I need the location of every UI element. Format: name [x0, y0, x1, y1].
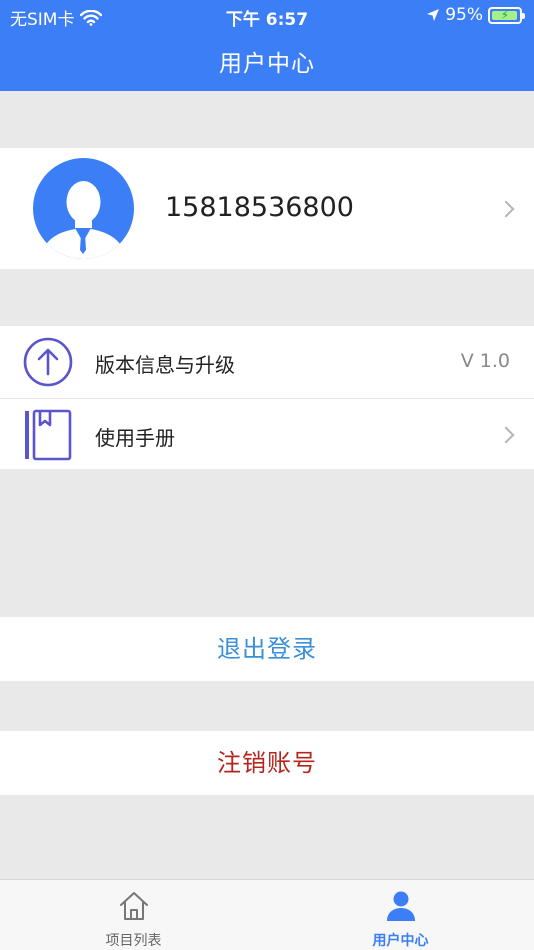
battery-percent: 95% — [445, 5, 483, 25]
status-bar: 无SIM卡 下午 6:57 95% ⚡ — [0, 0, 534, 32]
tab-bar: 项目列表 用户中心 — [0, 879, 534, 950]
menu-item-label: 使用手册 — [95, 426, 175, 450]
settings-menu: 版本信息与升级 V 1.0 使用手册 — [0, 326, 534, 469]
home-icon — [120, 892, 148, 920]
battery-icon: ⚡ — [488, 6, 525, 24]
logout-button[interactable]: 退出登录 — [0, 617, 534, 681]
version-value: V 1.0 — [460, 350, 510, 372]
menu-item-label: 版本信息与升级 — [95, 353, 235, 377]
tab-label: 用户中心 — [372, 933, 429, 949]
header-bar: 无SIM卡 下午 6:57 95% ⚡ 用户中心 — [0, 0, 534, 91]
user-icon — [387, 891, 415, 921]
tab-project-list[interactable]: 项目列表 — [0, 880, 267, 950]
person-avatar-icon — [41, 181, 126, 259]
tab-user-center[interactable]: 用户中心 — [267, 880, 534, 950]
avatar — [33, 158, 134, 259]
upload-arrow-icon — [23, 337, 73, 387]
menu-item-manual[interactable]: 使用手册 — [0, 398, 534, 470]
menu-item-version[interactable]: 版本信息与升级 V 1.0 — [0, 326, 534, 398]
page-title: 用户中心 — [219, 51, 315, 77]
deregister-button[interactable]: 注销账号 — [0, 731, 534, 795]
chevron-right-icon — [497, 426, 515, 444]
book-icon — [25, 409, 72, 461]
phone-number: 15818536800 — [165, 192, 354, 223]
chevron-right-icon — [497, 200, 515, 218]
profile-card[interactable]: 15818536800 — [0, 148, 534, 269]
location-arrow-icon — [427, 9, 440, 21]
tab-label: 项目列表 — [105, 933, 162, 949]
